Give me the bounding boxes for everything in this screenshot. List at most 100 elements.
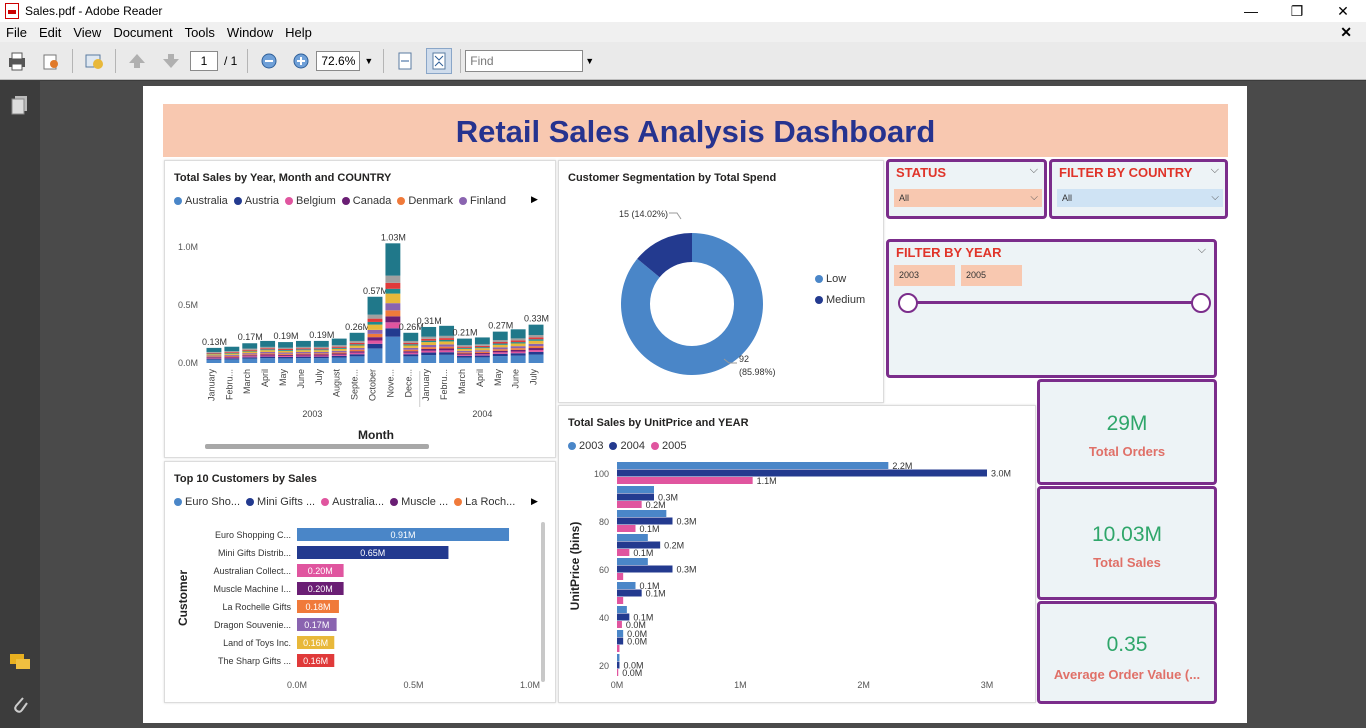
- legend-dot: [815, 296, 823, 304]
- bar-segment: [331, 354, 347, 356]
- data-label: 0.2M: [646, 500, 666, 510]
- chevron-down-icon[interactable]: ⌵: [1030, 164, 1038, 177]
- bar-segment: [385, 288, 401, 294]
- bar-segment: [260, 356, 276, 359]
- year-slider-track[interactable]: [907, 301, 1199, 304]
- menu-document[interactable]: Document: [107, 25, 178, 40]
- chart-legend: 2003 2004 2005: [568, 440, 692, 452]
- legend-next-icon[interactable]: ▶: [531, 194, 538, 205]
- bar-segment: [457, 355, 472, 358]
- chart-title: Total Sales by Year, Month and COUNTRY: [174, 172, 392, 184]
- chart-title: Top 10 Customers by Sales: [174, 473, 317, 485]
- bar-segment: [510, 343, 526, 347]
- bar-segment: [385, 282, 401, 289]
- y-axis-title: UnitPrice (bins): [568, 522, 582, 611]
- find-dropdown-icon[interactable]: ▼: [585, 56, 594, 66]
- legend-next-icon[interactable]: ▶: [531, 496, 538, 507]
- minimize-icon[interactable]: —: [1228, 0, 1274, 22]
- menu-edit[interactable]: Edit: [33, 25, 67, 40]
- legend-item: Finland: [458, 195, 506, 207]
- bar-segment: [242, 349, 258, 351]
- fit-width-icon[interactable]: [392, 48, 418, 74]
- menu-help[interactable]: Help: [279, 25, 318, 40]
- kpi-value: 0.35: [1106, 633, 1148, 656]
- bar: [617, 469, 987, 477]
- legend-item: Euro Sho...: [174, 496, 240, 508]
- zoom-dropdown-icon[interactable]: ▼: [364, 56, 373, 66]
- find-input[interactable]: Find: [465, 49, 584, 72]
- bar-segment: [206, 351, 222, 353]
- bar-segment: [421, 344, 437, 348]
- bar-segment: [349, 344, 365, 346]
- bar-segment: [278, 358, 293, 363]
- close-icon[interactable]: ✕: [1320, 0, 1366, 22]
- bar: [617, 501, 642, 508]
- sales-by-month-chart: 0.0M 0.5M 1.0M 0.13M January Febru... 0.17M Mar…: [178, 232, 549, 449]
- pages-panel-icon[interactable]: [11, 95, 29, 120]
- x-tick-label: Septe...: [350, 369, 360, 400]
- bar-segment: [457, 352, 472, 354]
- comments-panel-icon[interactable]: [9, 653, 31, 676]
- page-number-input[interactable]: 1: [190, 50, 218, 71]
- share-icon[interactable]: [38, 48, 64, 74]
- close-document-icon[interactable]: ✕: [1334, 24, 1358, 41]
- bar-segment: [242, 356, 258, 358]
- zoom-level-input[interactable]: 72.6%: [316, 50, 361, 71]
- chevron-down-icon[interactable]: ⌵: [1211, 164, 1219, 177]
- bar-segment: [421, 340, 437, 343]
- y-tick-label: 0.5M: [178, 300, 198, 310]
- x-tick-label: March: [242, 369, 252, 394]
- year-from-input[interactable]: 2003: [894, 265, 955, 286]
- bar-segment: [367, 340, 383, 344]
- bar-segment: [313, 340, 329, 347]
- dropdown-chevron-icon: ⌵: [1030, 192, 1038, 203]
- bar-segment: [421, 348, 437, 351]
- print-icon[interactable]: [4, 48, 30, 74]
- bar-segment: [457, 347, 472, 349]
- zoom-out-icon[interactable]: [256, 48, 282, 74]
- data-label: 0.0M: [622, 668, 642, 678]
- menu-window[interactable]: Window: [221, 25, 279, 40]
- bar-segment: [528, 349, 544, 352]
- next-page-icon[interactable]: [158, 48, 184, 74]
- bar-segment: [295, 348, 311, 350]
- fit-page-icon[interactable]: [426, 47, 453, 74]
- bar-segment: [492, 352, 508, 354]
- year-slider-end-handle[interactable]: [1191, 293, 1211, 313]
- legend-item: Belgium: [285, 195, 336, 207]
- menu-view[interactable]: View: [67, 25, 107, 40]
- attachments-panel-icon[interactable]: [11, 693, 29, 720]
- restore-icon[interactable]: ❐: [1274, 0, 1320, 22]
- category-label: Mini Gifts Distrib...: [218, 548, 291, 558]
- data-label: 1.03M: [381, 232, 406, 242]
- bar-segment: [295, 349, 311, 351]
- previous-page-icon[interactable]: [124, 48, 150, 74]
- chevron-down-icon[interactable]: ⌵: [1198, 244, 1206, 257]
- customer-segmentation-chart: 15 (14.02%) 92 (85.98%) Low Medium: [619, 209, 865, 377]
- menu-tools[interactable]: Tools: [179, 25, 221, 40]
- kpi-label: Average Order Value (...: [1053, 667, 1201, 682]
- zoom-in-icon[interactable]: [288, 48, 314, 74]
- bar-segment: [331, 355, 347, 358]
- bar: [617, 558, 648, 565]
- menu-file[interactable]: File: [0, 25, 33, 40]
- kpi-total-sales: 10.03M Total Sales: [1037, 486, 1217, 600]
- data-label: 0.20M: [308, 566, 333, 576]
- x-tick-label: January: [206, 369, 216, 402]
- bar-segment: [295, 346, 311, 349]
- data-label: 0.33M: [524, 314, 549, 324]
- status-dropdown[interactable]: All ⌵: [894, 189, 1042, 207]
- country-dropdown[interactable]: All ⌵: [1057, 189, 1223, 207]
- year-slider-start-handle[interactable]: [898, 293, 918, 313]
- category-label: Muscle Machine I...: [213, 584, 291, 594]
- bar-segment: [492, 347, 508, 350]
- horizontal-scrollbar: [205, 444, 429, 449]
- year-to-input[interactable]: 2005: [961, 265, 1022, 286]
- bar-segment: [224, 357, 240, 359]
- collaborate-icon[interactable]: [81, 48, 107, 74]
- data-label: 0.18M: [305, 602, 330, 612]
- bar-segment: [492, 340, 508, 342]
- left-navigation-rail: [0, 81, 40, 728]
- bar-segment: [349, 347, 365, 350]
- y-tick-label: 100: [594, 469, 609, 479]
